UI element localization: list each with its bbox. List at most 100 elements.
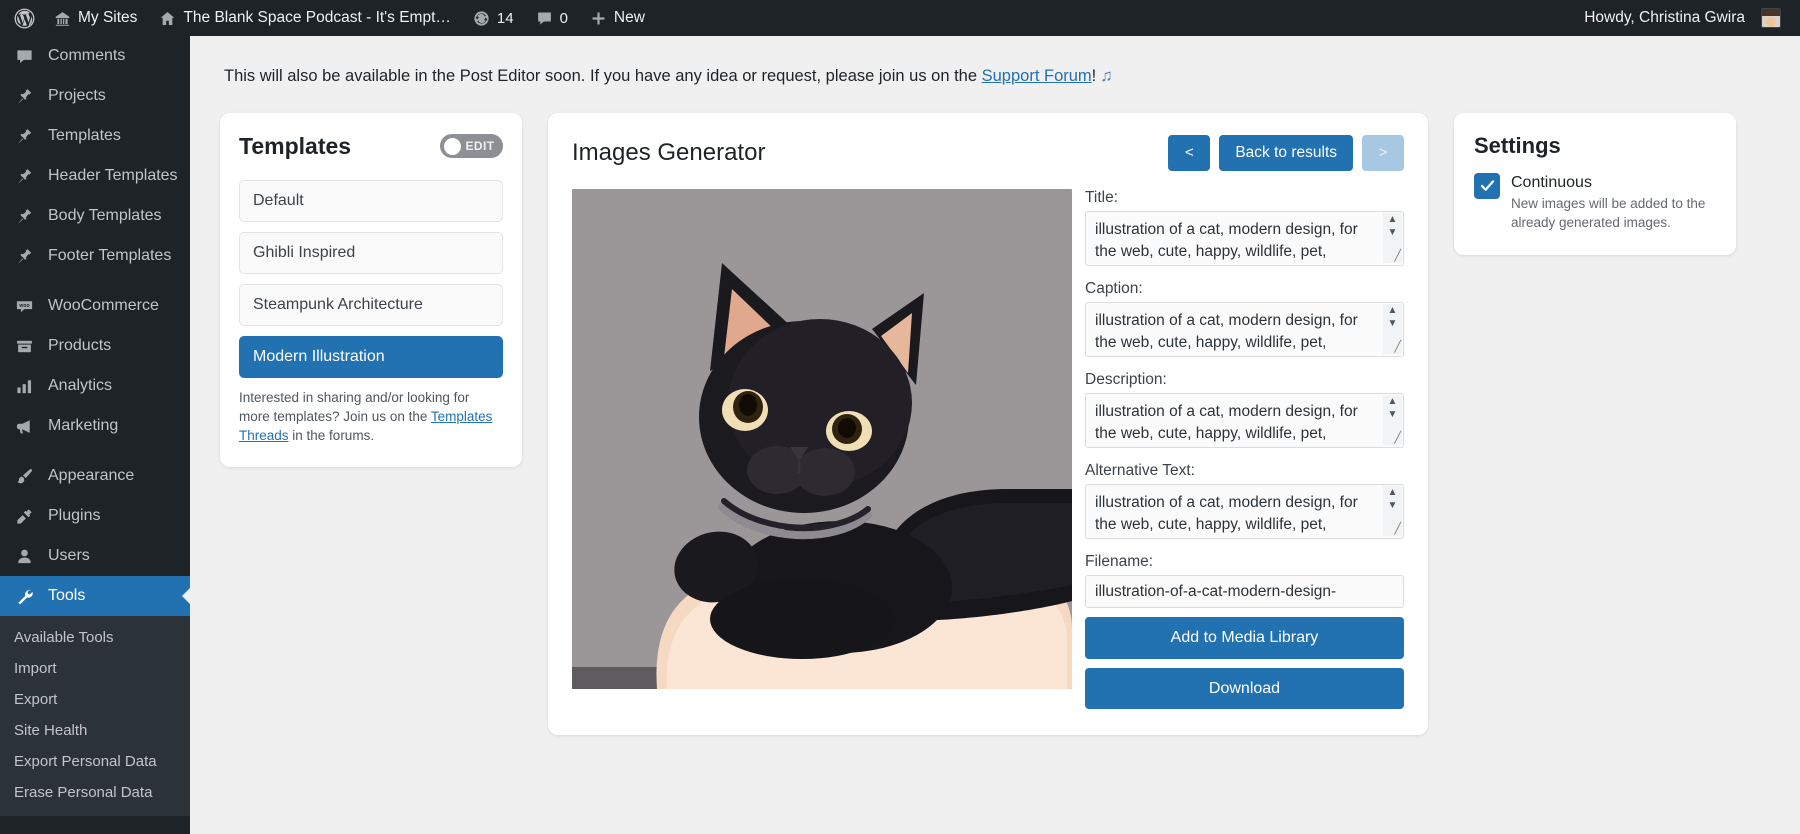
support-forum-link[interactable]: Support Forum	[982, 67, 1092, 85]
sidebar-item-label: Users	[48, 547, 90, 564]
sidebar-item-label: Marketing	[48, 417, 119, 434]
pin-icon	[14, 247, 35, 266]
sidebar-item-projects[interactable]: Projects	[0, 76, 190, 116]
templates-edit-toggle[interactable]: EDIT	[440, 134, 503, 159]
next-result-button[interactable]: >	[1362, 135, 1404, 172]
sidebar-subitem-export-personal-data[interactable]: Export Personal Data	[0, 746, 190, 777]
download-button[interactable]: Download	[1085, 667, 1404, 709]
sidebar-item-products[interactable]: Products	[0, 326, 190, 366]
generator-header: Images Generator < Back to results >	[572, 134, 1404, 172]
title-field-label: Title:	[1085, 189, 1119, 207]
wordpress-logo-button[interactable]	[0, 0, 43, 36]
admin-bar-comments[interactable]: 0	[525, 0, 579, 36]
templates-panel-header: Templates EDIT	[239, 133, 503, 160]
sidebar-item-appearance[interactable]: Appearance	[0, 456, 190, 496]
description-field[interactable]	[1085, 393, 1404, 449]
sidebar-subitem-erase-personal-data[interactable]: Erase Personal Data	[0, 777, 190, 808]
sidebar-item-woocommerce[interactable]: woo WooCommerce	[0, 286, 190, 326]
field-group-alternative-text: Alternative Text: ▲ ▼ ╱	[1085, 462, 1404, 544]
template-option-steampunk-architecture[interactable]: Steampunk Architecture	[239, 283, 503, 326]
sidebar-separator	[0, 276, 190, 286]
generator-navigation: < Back to results >	[1168, 134, 1404, 172]
wrench-icon	[14, 587, 35, 606]
sidebar-item-label: Comments	[48, 47, 126, 64]
plus-icon	[590, 10, 607, 27]
admin-bar-updates-count: 14	[496, 9, 514, 27]
sidebar-item-label: Analytics	[48, 377, 113, 394]
sidebar-item-tools[interactable]: Tools	[0, 576, 190, 616]
admin-bar-account[interactable]: Howdy, Christina Gwira	[1573, 0, 1792, 36]
continuous-option-description: New images will be added to the already …	[1511, 195, 1706, 230]
sidebar-subitem-available-tools[interactable]: Available Tools	[0, 622, 190, 653]
templates-edit-toggle-label: EDIT	[465, 139, 495, 154]
admin-bar-comments-count: 0	[559, 9, 568, 27]
admin-bar-my-sites-label: My Sites	[78, 9, 138, 26]
sidebar-item-marketing[interactable]: Marketing	[0, 406, 190, 446]
template-option-modern-illustration[interactable]: Modern Illustration	[239, 335, 503, 378]
sidebar-item-header-templates[interactable]: Header Templates	[0, 156, 190, 196]
user-icon	[14, 547, 35, 566]
sidebar-item-label: Tools	[48, 587, 86, 604]
sidebar-item-comments[interactable]: Comments	[0, 36, 190, 76]
generated-image-wrapper	[572, 189, 1072, 708]
multisite-icon	[54, 10, 71, 27]
admin-bar-updates[interactable]: 14	[462, 0, 525, 36]
admin-bar-site-label: The Blank Space Podcast - It's Empt…	[183, 9, 451, 26]
settings-option-continuous: Continuous New images will be added to t…	[1474, 172, 1716, 233]
sidebar-separator	[0, 446, 190, 456]
admin-bar-new[interactable]: New	[579, 0, 656, 36]
sidebar-item-users[interactable]: Users	[0, 536, 190, 576]
sidebar-item-label: Body Templates	[48, 207, 162, 224]
paintbrush-icon	[14, 467, 35, 486]
sidebar-item-footer-templates[interactable]: Footer Templates	[0, 236, 190, 276]
bar-chart-icon	[14, 377, 35, 396]
template-option-ghibli-inspired[interactable]: Ghibli Inspired	[239, 231, 503, 274]
sidebar-item-plugins[interactable]: Plugins	[0, 496, 190, 536]
sidebar-submenu-tools: Available Tools Import Export Site Healt…	[0, 616, 190, 816]
filename-field[interactable]	[1085, 575, 1404, 609]
description-field-label: Description:	[1085, 371, 1167, 389]
comment-bubble-icon	[536, 10, 553, 27]
sidebar-subitem-export[interactable]: Export	[0, 684, 190, 715]
admin-bar-site-name[interactable]: The Blank Space Podcast - It's Empt…	[148, 0, 461, 36]
admin-bar-new-label: New	[613, 9, 645, 26]
continuous-option-text: Continuous New images will be added to t…	[1511, 173, 1716, 233]
generator-body: Title: ▲ ▼ ╱ Caption:	[572, 189, 1404, 709]
main-content: This will also be available in the Post …	[190, 36, 1800, 834]
field-group-description: Description: ▲ ▼ ╱	[1085, 371, 1404, 453]
updates-icon	[473, 10, 490, 27]
caption-field[interactable]	[1085, 302, 1404, 358]
continuous-option-label: Continuous	[1511, 173, 1592, 191]
sidebar-item-label: Products	[48, 337, 112, 354]
sidebar-item-templates[interactable]: Templates	[0, 116, 190, 156]
sidebar-item-label: Projects	[48, 87, 106, 104]
sidebar-subitem-site-health[interactable]: Site Health	[0, 715, 190, 746]
templates-panel-title: Templates	[239, 132, 352, 159]
templates-panel: Templates EDIT Default Ghibli Inspired S…	[220, 112, 522, 468]
checkmark-icon	[1480, 180, 1494, 192]
templates-footer-text-after: in the forums.	[288, 428, 375, 444]
add-to-media-library-button[interactable]: Add to Media Library	[1085, 617, 1404, 659]
title-field[interactable]	[1085, 211, 1404, 267]
notice-text-after: !	[1091, 67, 1097, 85]
back-to-results-button[interactable]: Back to results	[1219, 134, 1353, 172]
template-option-default[interactable]: Default	[239, 179, 503, 222]
admin-sidebar: Comments Projects Templates Header Templ…	[0, 36, 190, 834]
pin-icon	[14, 207, 35, 226]
continuous-checkbox[interactable]	[1474, 172, 1500, 199]
comment-bubble-icon	[14, 47, 35, 66]
admin-bar-my-sites[interactable]: My Sites	[43, 0, 148, 36]
filename-field-label: Filename:	[1085, 553, 1154, 571]
field-group-filename: Filename:	[1085, 553, 1404, 609]
sidebar-item-body-templates[interactable]: Body Templates	[0, 196, 190, 236]
sidebar-subitem-import[interactable]: Import	[0, 653, 190, 684]
previous-result-button[interactable]: <	[1168, 135, 1211, 172]
alternative-text-field[interactable]	[1085, 484, 1404, 540]
admin-bar-greeting: Howdy, Christina Gwira	[1584, 9, 1745, 26]
plugin-notice: This will also be available in the Post …	[190, 36, 1800, 89]
woocommerce-icon: woo	[14, 297, 35, 316]
templates-panel-footer: Interested in sharing and/or looking for…	[239, 388, 503, 445]
sidebar-item-label: WooCommerce	[48, 297, 159, 314]
sidebar-item-analytics[interactable]: Analytics	[0, 366, 190, 406]
products-box-icon	[14, 337, 35, 356]
